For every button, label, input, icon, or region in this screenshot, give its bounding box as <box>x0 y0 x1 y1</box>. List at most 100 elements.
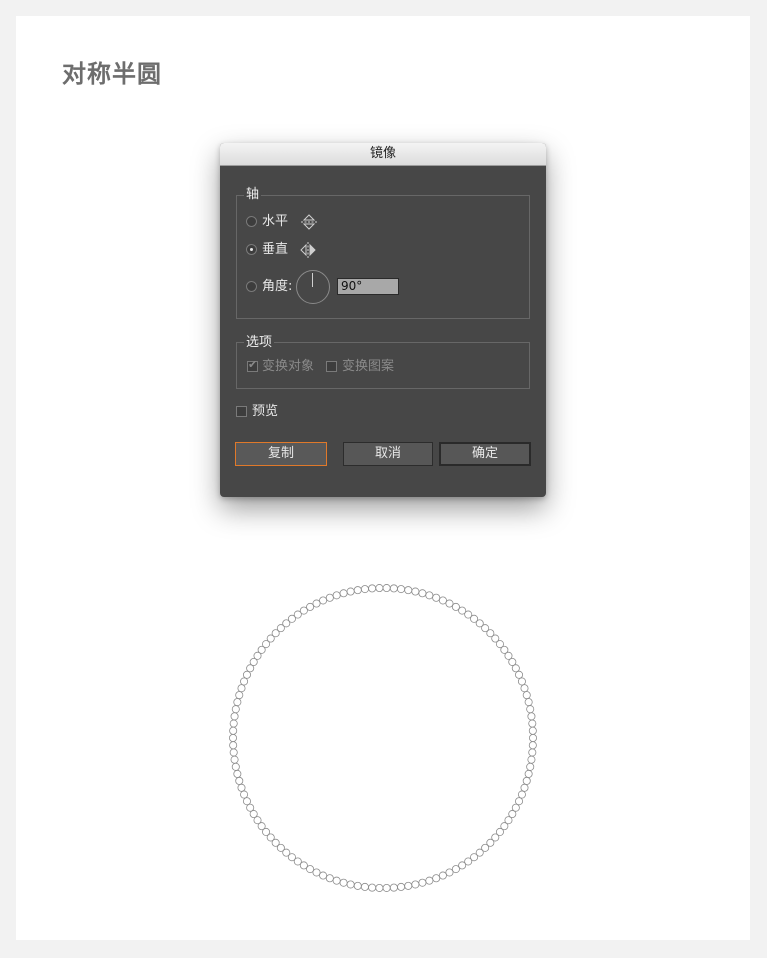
ring-dot <box>230 712 239 721</box>
transform-patterns-checkbox[interactable] <box>326 361 337 372</box>
ring-dot <box>229 726 238 735</box>
ring-dot <box>231 762 240 771</box>
ring-dot <box>242 797 251 806</box>
transform-objects-label[interactable]: 变换对象 <box>262 359 314 375</box>
ring-dot <box>404 881 413 890</box>
circle-ring-artwork <box>229 584 537 892</box>
ring-dot <box>432 874 441 883</box>
ok-button[interactable]: 确定 <box>439 442 531 466</box>
ring-dot <box>319 871 328 880</box>
ring-dot <box>375 883 384 892</box>
ring-dot <box>229 741 238 750</box>
ring-dot <box>445 868 454 877</box>
ring-dot <box>233 698 242 707</box>
ring-dot <box>432 593 441 602</box>
ring-dot <box>229 748 238 757</box>
reflect-horizontal-icon <box>301 214 317 230</box>
ring-dot <box>511 664 520 673</box>
ring-dot <box>418 589 427 598</box>
horizontal-label[interactable]: 水平 <box>262 214 288 230</box>
ring-dot <box>517 790 526 799</box>
angle-label[interactable]: 角度: <box>262 279 292 295</box>
ring-dot <box>524 769 533 778</box>
vertical-label[interactable]: 垂直 <box>262 242 288 258</box>
ring-dot <box>368 883 377 892</box>
ring-dot <box>231 705 240 714</box>
ring-dot <box>438 871 447 880</box>
ring-dot <box>235 776 244 785</box>
ring-dot <box>411 587 420 596</box>
ring-dot <box>240 677 249 686</box>
ring-dot <box>528 719 537 728</box>
ring-dot <box>368 584 377 593</box>
ring-dot <box>235 691 244 700</box>
ring-dot <box>240 790 249 799</box>
ring-dot <box>520 684 529 693</box>
ring-dot <box>246 803 255 812</box>
ring-dot <box>515 670 524 679</box>
ring-dot <box>339 589 348 598</box>
ring-dot <box>312 599 321 608</box>
ring-dot <box>242 670 251 679</box>
ring-dot <box>237 684 246 693</box>
ring-dot <box>339 878 348 887</box>
dialog-titlebar[interactable]: 镜像 <box>220 143 546 166</box>
ring-dot <box>418 878 427 887</box>
angle-dial-icon[interactable] <box>296 270 330 304</box>
ring-dot <box>397 585 406 594</box>
ring-dot <box>526 705 535 714</box>
ring-dot <box>517 677 526 686</box>
ring-dot <box>404 586 413 595</box>
ring-dot <box>360 585 369 594</box>
horizontal-radio[interactable] <box>246 216 257 227</box>
axis-group-legend: 轴 <box>244 187 262 202</box>
ring-dot <box>229 733 237 742</box>
transform-patterns-label[interactable]: 变换图案 <box>342 359 394 375</box>
ring-dot <box>520 783 529 792</box>
transform-objects-checkbox[interactable] <box>247 358 258 372</box>
ring-dot <box>522 776 531 785</box>
ring-dot <box>522 691 531 700</box>
cancel-button[interactable]: 取消 <box>343 442 433 466</box>
ring-dot <box>425 876 434 885</box>
ring-dot <box>515 797 524 806</box>
preview-checkbox[interactable] <box>236 406 247 417</box>
ring-dot <box>389 584 398 593</box>
ring-dot <box>524 698 533 707</box>
ring-dot <box>528 741 537 750</box>
ring-dot <box>229 719 238 728</box>
ring-dot <box>438 596 447 605</box>
ring-dot <box>332 876 341 885</box>
copy-button[interactable]: 复制 <box>235 442 327 466</box>
preview-label[interactable]: 预览 <box>252 404 278 420</box>
ring-dot <box>325 593 334 602</box>
ring-dot <box>332 591 341 600</box>
ring-dot <box>319 596 328 605</box>
ring-dot <box>233 769 242 778</box>
ring-dot <box>411 880 420 889</box>
ring-dot <box>325 874 334 883</box>
options-group-legend: 选项 <box>244 335 275 350</box>
ring-dot <box>375 584 384 593</box>
ring-dot <box>425 591 434 600</box>
ring-dot <box>382 883 391 892</box>
vertical-radio[interactable] <box>246 244 257 255</box>
ring-dot <box>527 712 536 721</box>
ring-dot <box>346 880 355 889</box>
ring-dot <box>353 586 362 595</box>
ring-dot <box>353 881 362 890</box>
ring-dot <box>528 748 537 757</box>
ring-dot <box>527 755 536 764</box>
ring-dot <box>382 584 391 593</box>
ring-dot <box>528 726 537 735</box>
angle-radio[interactable] <box>246 281 257 292</box>
ring-dot <box>346 587 355 596</box>
ring-dot <box>526 762 535 771</box>
ring-dot <box>360 882 369 891</box>
angle-input[interactable]: 90° <box>337 278 399 295</box>
ring-dot <box>237 783 246 792</box>
ring-dot <box>389 883 398 892</box>
ring-dot <box>528 733 537 742</box>
page-title: 对称半圆 <box>62 60 162 88</box>
ring-dot <box>230 755 239 764</box>
